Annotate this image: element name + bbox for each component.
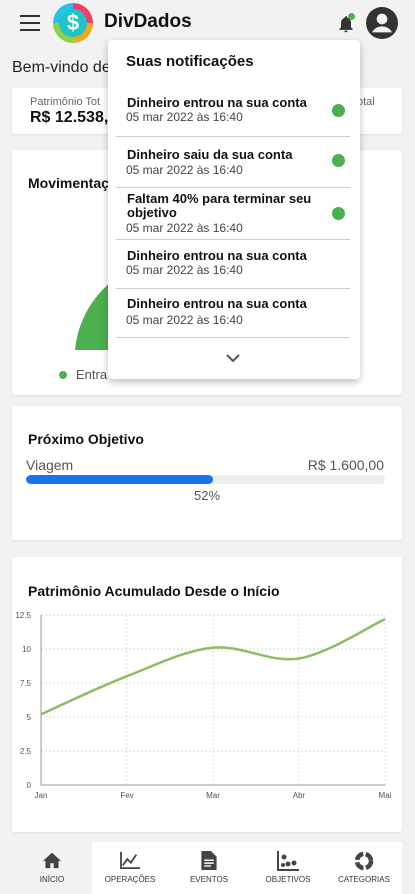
app-logo: $ <box>53 3 93 43</box>
notification-text: Dinheiro entrou na sua conta <box>127 296 307 311</box>
y-tick-label: 5 <box>27 713 32 722</box>
notification-text: Dinheiro saiu da sua conta <box>127 147 293 162</box>
legend-dot <box>59 371 67 379</box>
document-icon <box>201 851 217 870</box>
y-tick-label: 0 <box>27 781 32 790</box>
x-tick-label: Abr <box>293 791 306 800</box>
notification-item[interactable]: Dinheiro entrou na sua conta 05 mar 2022… <box>116 289 350 338</box>
bottom-nav: INÍCIO OPERAÇÕES EVENTOS OBJETIVOS CATEG… <box>12 842 402 894</box>
notification-item[interactable]: Dinheiro saiu da sua conta 05 mar 2022 à… <box>116 137 350 188</box>
patrimonio-label: Patrimônio Tot <box>30 96 101 108</box>
unread-dot <box>332 104 345 117</box>
notification-item[interactable]: Dinheiro entrou na sua conta 05 mar 2022… <box>116 88 350 137</box>
nav-operacoes[interactable]: OPERAÇÕES <box>90 842 170 894</box>
patrimonio-chart-card: Patrimônio Acumulado Desde o Início 12.5… <box>12 557 402 832</box>
avatar-icon[interactable] <box>366 7 398 39</box>
goal-amount: R$ 1.600,00 <box>307 457 384 473</box>
unread-dot <box>332 207 345 220</box>
unread-dot <box>332 154 345 167</box>
notification-date: 05 mar 2022 às 16:40 <box>126 110 243 124</box>
nav-categorias[interactable]: CATEGORIAS <box>326 842 402 894</box>
goal-progress-track <box>26 475 385 484</box>
nav-label: OPERAÇÕES <box>104 875 156 884</box>
next-goal-card[interactable]: Próximo Objetivo Viagem R$ 1.600,00 52% <box>12 406 402 540</box>
x-tick-label: Mar <box>206 791 220 800</box>
trend-chart-icon <box>120 851 140 869</box>
goal-title: Próximo Objetivo <box>28 431 144 447</box>
menu-icon[interactable] <box>20 15 40 31</box>
patrimonio-value: R$ 12.538, <box>30 109 109 126</box>
goal-progress-fill <box>26 475 213 484</box>
notification-text: Dinheiro entrou na sua conta <box>127 95 307 110</box>
notification-date: 05 mar 2022 às 16:40 <box>126 221 243 235</box>
nav-label: CATEGORIAS <box>338 875 390 884</box>
notifications-dropdown: Suas notificações Dinheiro entrou na sua… <box>108 40 360 379</box>
notification-date: 05 mar 2022 às 16:40 <box>126 313 243 327</box>
x-tick-label: Mai <box>379 791 392 800</box>
app-title: DivDados <box>104 11 192 32</box>
chevron-down-icon[interactable] <box>225 353 241 363</box>
nav-eventos[interactable]: EVENTOS <box>169 842 249 894</box>
goal-percent: 52% <box>193 488 221 503</box>
notification-text: Dinheiro entrou na sua conta <box>127 248 307 263</box>
notification-item[interactable]: Dinheiro entrou na sua conta 05 mar 2022… <box>116 240 350 289</box>
y-tick-label: 12.5 <box>15 611 31 620</box>
legend-label: Entra <box>76 367 108 382</box>
x-tick-label: Fev <box>120 791 133 800</box>
notification-item[interactable]: Faltam 40% para terminar seu objetivo 05… <box>116 188 350 240</box>
x-tick-label: Jan <box>35 791 48 800</box>
movimentacoes-title: Movimentaçõ <box>28 175 118 191</box>
nav-inicio[interactable]: INÍCIO <box>12 842 92 894</box>
scatter-icon <box>277 851 299 871</box>
goal-name: Viagem <box>26 457 74 473</box>
donut-icon <box>354 851 374 871</box>
notification-date: 05 mar 2022 às 16:40 <box>126 263 243 277</box>
chart-title: Patrimônio Acumulado Desde o Início <box>28 583 280 599</box>
nav-objetivos[interactable]: OBJETIVOS <box>248 842 328 894</box>
nav-label: INÍCIO <box>39 875 65 884</box>
notification-date: 05 mar 2022 às 16:40 <box>126 163 243 177</box>
nav-label: OBJETIVOS <box>265 875 311 884</box>
welcome-text: Bem-vindo de <box>12 59 111 76</box>
notification-text: Faltam 40% para terminar seu objetivo <box>127 191 312 220</box>
home-icon <box>43 852 61 869</box>
y-tick-label: 7.5 <box>20 679 32 688</box>
notification-dot <box>348 13 355 20</box>
y-tick-label: 2.5 <box>20 747 32 756</box>
notifications-title: Suas notificações <box>126 53 254 70</box>
line-chart: 12.5 10 7.5 5 2.5 0Jan Fev Mar Abr Mai <box>15 611 392 800</box>
nav-label: EVENTOS <box>189 875 229 884</box>
y-tick-label: 10 <box>22 645 31 654</box>
